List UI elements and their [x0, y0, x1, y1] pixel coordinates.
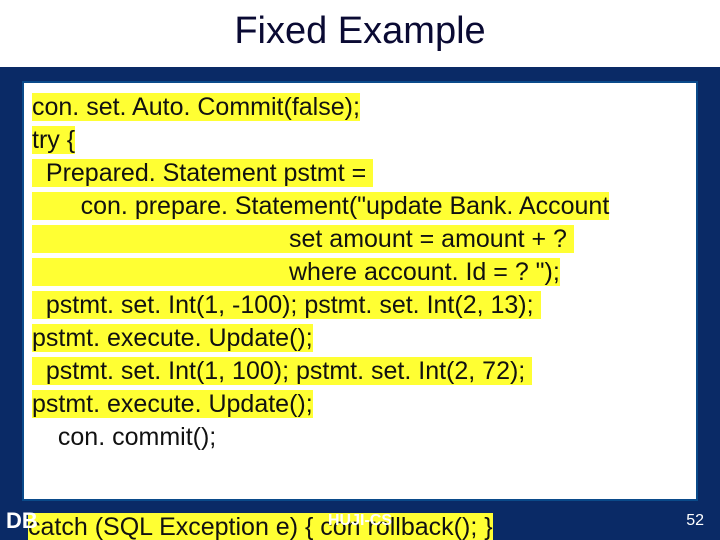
code-line: Prepared. Statement pstmt =	[32, 157, 688, 190]
code-box: con. set. Auto. Commit(false); try { Pre…	[22, 81, 698, 501]
code-line: con. set. Auto. Commit(false);	[32, 91, 688, 124]
footer-center: HUJI-CS	[328, 512, 392, 530]
code-line: pstmt. execute. Update();	[32, 322, 688, 355]
code-line: where account. Id = ? ");	[32, 256, 688, 289]
code-line: pstmt. set. Int(1, -100); pstmt. set. In…	[32, 289, 688, 322]
title-band: Fixed Example	[0, 0, 720, 67]
page-number: 52	[686, 512, 704, 530]
code-line: set amount = amount + ?	[32, 223, 688, 256]
footer-left: DB	[6, 508, 38, 534]
code-line: pstmt. execute. Update();	[32, 388, 688, 421]
slide-title: Fixed Example	[0, 10, 720, 53]
code-line: con. prepare. Statement("update Bank. Ac…	[32, 190, 688, 223]
code-line: try {	[32, 124, 688, 157]
code-line: con. commit();	[32, 421, 688, 454]
footer: DB HUJI-CS 52	[0, 508, 720, 536]
code-line: pstmt. set. Int(1, 100); pstmt. set. Int…	[32, 355, 688, 388]
